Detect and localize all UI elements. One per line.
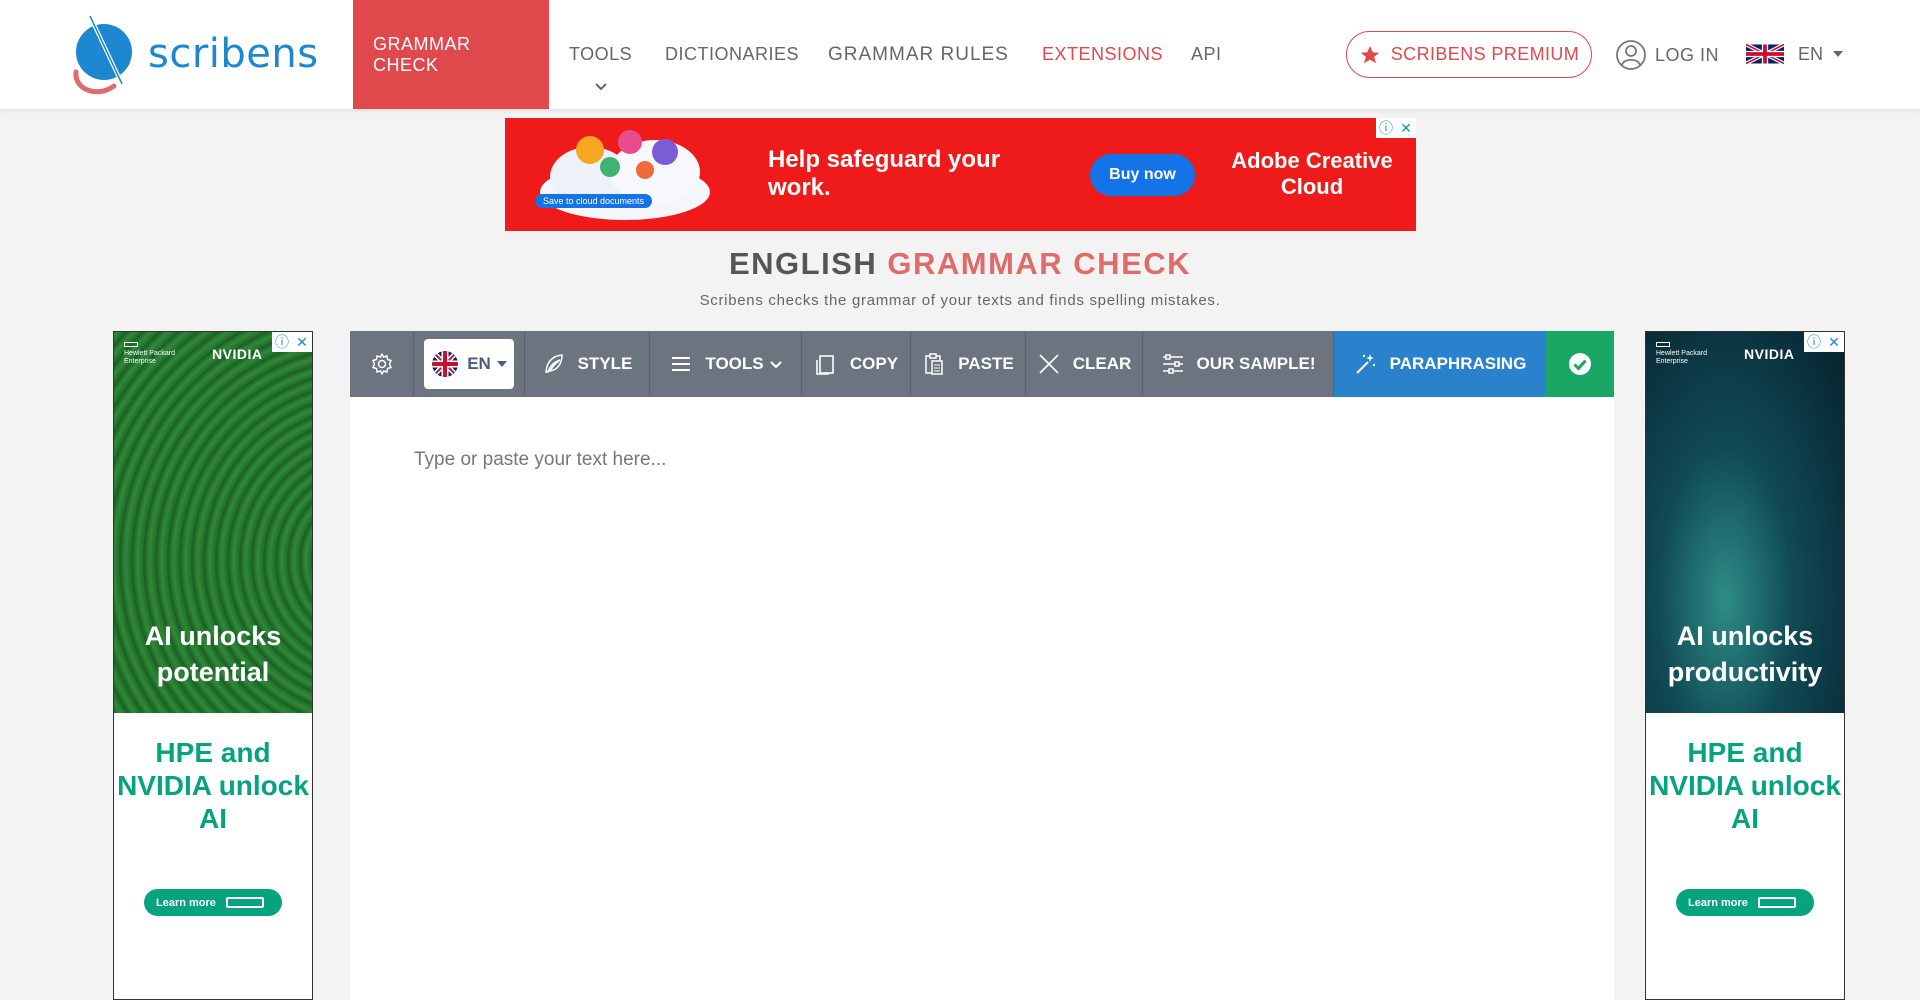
page-title-prefix: ENGLISH bbox=[728, 246, 878, 281]
ad-green-text: HPE and NVIDIA unlock AI bbox=[1649, 737, 1841, 834]
nav-dictionaries[interactable]: DICTIONARIES bbox=[665, 0, 799, 109]
login-link[interactable]: LOG IN bbox=[1615, 36, 1719, 74]
chevron-down-icon bbox=[769, 361, 782, 369]
ad-visual-text: AI unlocks potential bbox=[144, 621, 282, 687]
premium-label: SCRIBENS PREMIUM bbox=[1390, 44, 1580, 64]
ad-choices: ⓘ ✕ bbox=[1804, 332, 1844, 352]
ad-visual: Hewlett Packard Enterprise NVIDIA AI unl… bbox=[114, 332, 312, 713]
copy-button[interactable]: COPY bbox=[802, 331, 911, 397]
ad-headline: Help safeguard your work. bbox=[768, 146, 1001, 201]
grammar-editor: EN STYLE TOOLS COPY PASTE CLEAR OUR SAMP… bbox=[350, 331, 1614, 1000]
nav-grammar-rules[interactable]: GRAMMAR RULES bbox=[828, 0, 1009, 109]
site-language-selector[interactable]: EN bbox=[1746, 42, 1844, 66]
chevron-down-icon bbox=[594, 83, 607, 91]
uk-flag-icon bbox=[1746, 42, 1784, 66]
ad-learn-more-button[interactable]: Learn more bbox=[1676, 889, 1814, 916]
right-side-ad[interactable]: Hewlett Packard Enterprise NVIDIA AI unl… bbox=[1645, 331, 1845, 1000]
ad-visual: Hewlett Packard Enterprise NVIDIA AI unl… bbox=[1646, 332, 1844, 713]
paste-icon bbox=[925, 353, 944, 375]
banner-ad[interactable]: Save to cloud documents Help safeguard y… bbox=[505, 118, 1416, 231]
language-label: EN bbox=[467, 354, 491, 373]
nav-tools[interactable]: TOOLS bbox=[569, 0, 632, 109]
page-title-accent: GRAMMAR CHECK bbox=[887, 246, 1192, 281]
hpe-logo: Hewlett Packard Enterprise bbox=[124, 342, 194, 366]
style-button[interactable]: STYLE bbox=[525, 331, 650, 397]
cloud-illustration-icon bbox=[540, 130, 710, 220]
nav-api[interactable]: API bbox=[1191, 0, 1222, 109]
scribens-logo[interactable]: scribens bbox=[64, 12, 319, 96]
paraphrasing-button[interactable]: PARAPHRASING bbox=[1334, 331, 1546, 397]
scribens-premium-button[interactable]: SCRIBENS PREMIUM bbox=[1346, 31, 1592, 78]
logo-text: scribens bbox=[148, 31, 319, 77]
tools-menu-button[interactable]: TOOLS bbox=[650, 331, 802, 397]
hpe-logo: Hewlett Packard Enterprise bbox=[1656, 342, 1726, 366]
user-icon bbox=[1616, 40, 1646, 70]
ad-buy-button[interactable]: Buy now bbox=[1090, 154, 1195, 196]
page-title: ENGLISH GRAMMAR CHECK bbox=[0, 246, 1920, 282]
settings-button[interactable] bbox=[350, 331, 414, 397]
nvidia-logo: NVIDIA bbox=[1744, 346, 1795, 362]
logo-icon bbox=[73, 15, 132, 95]
close-icon bbox=[1039, 354, 1059, 374]
magic-wand-icon bbox=[1355, 354, 1375, 374]
caret-down-icon bbox=[1833, 51, 1844, 57]
nvidia-logo: NVIDIA bbox=[212, 346, 263, 362]
nav-dictionaries-label: DICTIONARIES bbox=[665, 44, 800, 64]
ad-close-icon[interactable]: ✕ bbox=[1396, 118, 1416, 138]
ad-green-text: HPE and NVIDIA unlock AI bbox=[117, 737, 309, 834]
text-language-selector[interactable]: EN bbox=[414, 331, 525, 397]
learn-more-label: Learn more bbox=[156, 896, 216, 909]
copy-icon bbox=[816, 355, 834, 375]
star-icon bbox=[1360, 45, 1379, 63]
tools-label: TOOLS bbox=[705, 354, 764, 373]
arrow-rect-icon bbox=[1757, 897, 1796, 908]
check-button[interactable] bbox=[1546, 331, 1614, 397]
menu-icon bbox=[672, 357, 691, 371]
nav-grammar-check[interactable]: GRAMMAR CHECK bbox=[353, 0, 549, 109]
ad-close-icon[interactable]: ✕ bbox=[1824, 332, 1844, 352]
clear-label: CLEAR bbox=[1072, 354, 1132, 373]
editor-toolbar: EN STYLE TOOLS COPY PASTE CLEAR OUR SAMP… bbox=[350, 331, 1614, 397]
paraphrasing-label: PARAPHRASING bbox=[1389, 354, 1527, 373]
ad-info-icon[interactable]: ⓘ bbox=[1376, 118, 1396, 138]
top-navbar: scribens GRAMMAR CHECK TOOLS DICTIONARIE… bbox=[0, 0, 1920, 109]
ad-info-icon[interactable]: ⓘ bbox=[1804, 332, 1824, 352]
ad-choices: ⓘ ✕ bbox=[1376, 118, 1416, 138]
uk-flag-round-icon bbox=[432, 351, 459, 377]
ad-brand: Adobe Creative Cloud bbox=[1231, 148, 1393, 199]
sliders-icon bbox=[1162, 354, 1183, 374]
nav-grammar-check-label: GRAMMAR CHECK bbox=[373, 33, 471, 75]
sample-label: OUR SAMPLE! bbox=[1196, 354, 1316, 373]
our-sample-button[interactable]: OUR SAMPLE! bbox=[1143, 331, 1334, 397]
clear-button[interactable]: CLEAR bbox=[1026, 331, 1143, 397]
site-language-label: EN bbox=[1798, 43, 1824, 64]
ad-visual-text: AI unlocks productivity bbox=[1667, 621, 1823, 687]
left-side-ad[interactable]: Hewlett Packard Enterprise NVIDIA AI unl… bbox=[113, 331, 313, 1000]
learn-more-label: Learn more bbox=[1688, 896, 1748, 909]
copy-label: COPY bbox=[849, 354, 899, 373]
ad-close-icon[interactable]: ✕ bbox=[292, 332, 312, 352]
feather-icon bbox=[544, 354, 563, 373]
gear-icon bbox=[371, 353, 392, 375]
style-label: STYLE bbox=[577, 354, 633, 373]
nav-grammar-rules-label: GRAMMAR RULES bbox=[828, 43, 1009, 65]
ad-choices: ⓘ ✕ bbox=[272, 332, 312, 352]
nav-tools-label: TOOLS bbox=[569, 44, 633, 64]
paste-label: PASTE bbox=[958, 354, 1014, 373]
text-input-area[interactable] bbox=[350, 397, 1614, 1000]
language-pill[interactable]: EN bbox=[424, 339, 514, 389]
login-label: LOG IN bbox=[1655, 44, 1720, 65]
ad-tag: Save to cloud documents bbox=[535, 194, 653, 208]
page-subtitle: Scribens checks the grammar of your text… bbox=[699, 292, 1221, 309]
paste-button[interactable]: PASTE bbox=[911, 331, 1026, 397]
ad-learn-more-button[interactable]: Learn more bbox=[144, 889, 282, 916]
nav-api-label: API bbox=[1191, 44, 1222, 64]
check-circle-icon bbox=[1569, 353, 1591, 375]
caret-down-icon bbox=[496, 361, 507, 367]
nav-extensions[interactable]: EXTENSIONS bbox=[1042, 0, 1163, 109]
nav-extensions-label: EXTENSIONS bbox=[1042, 44, 1164, 64]
arrow-rect-icon bbox=[225, 897, 264, 908]
ad-info-icon[interactable]: ⓘ bbox=[272, 332, 292, 352]
